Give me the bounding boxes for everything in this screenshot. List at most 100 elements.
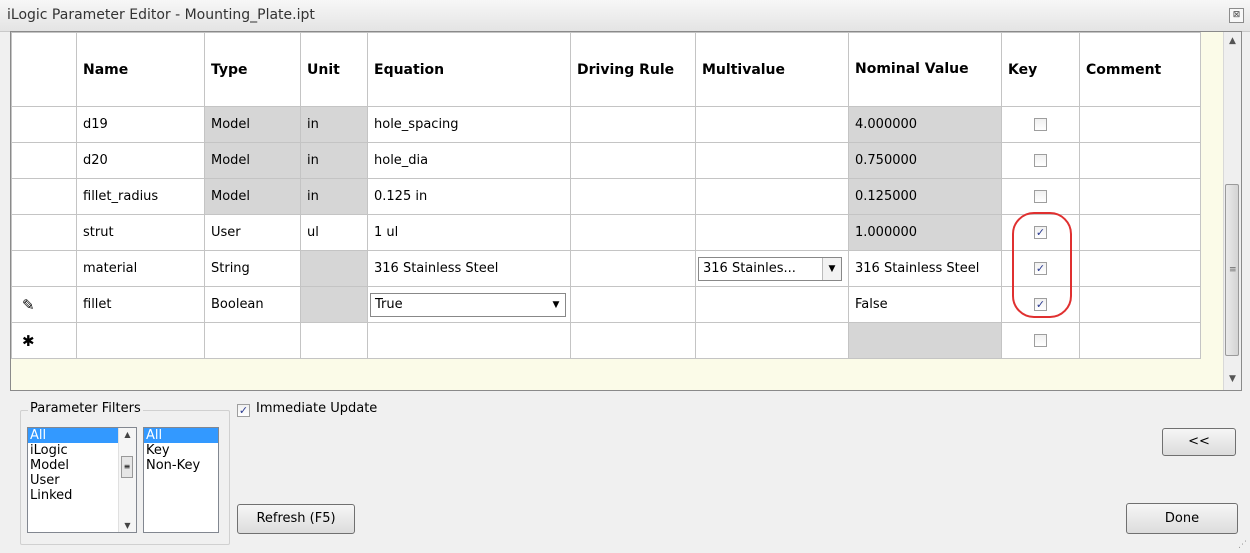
column-header-comment[interactable]: Comment <box>1079 32 1201 107</box>
scroll-up-arrow-icon[interactable]: ▲ <box>1224 36 1241 46</box>
table-row[interactable]: d20 Model in hole_dia 0.750000 <box>11 142 1201 179</box>
column-header-unit[interactable]: Unit <box>300 32 368 107</box>
column-header-key[interactable]: Key <box>1001 32 1080 107</box>
cell-multivalue[interactable] <box>695 106 849 143</box>
key-checkbox[interactable]: ✓ <box>1034 262 1047 275</box>
grid-vertical-scrollbar[interactable]: ▲ ≡ ▼ <box>1223 32 1241 390</box>
cell-comment[interactable] <box>1079 214 1201 251</box>
table-row[interactable]: ✎ fillet Boolean True ▼ False ✓ <box>11 286 1201 323</box>
cell-driving-rule[interactable] <box>570 142 696 179</box>
cell-comment[interactable] <box>1079 178 1201 215</box>
cell-unit[interactable]: in <box>300 106 368 143</box>
cell-multivalue[interactable] <box>695 322 849 359</box>
refresh-button[interactable]: Refresh (F5) <box>237 504 355 534</box>
cell-name[interactable]: material <box>76 250 205 287</box>
cell-equation[interactable] <box>367 322 571 359</box>
list-item[interactable]: All <box>144 428 218 443</box>
cell-comment[interactable] <box>1079 106 1201 143</box>
close-icon[interactable]: ⊠ <box>1229 8 1244 23</box>
cell-name[interactable]: strut <box>76 214 205 251</box>
row-indicator[interactable]: ✎ <box>11 286 77 323</box>
cell-driving-rule[interactable] <box>570 214 696 251</box>
cell-nominal-value: 0.125000 <box>848 178 1002 215</box>
cell-name[interactable]: fillet <box>76 286 205 323</box>
scroll-thumb[interactable]: ≡ <box>121 456 133 478</box>
cell-name[interactable]: d19 <box>76 106 205 143</box>
cell-comment[interactable] <box>1079 286 1201 323</box>
row-indicator[interactable] <box>11 178 77 215</box>
immediate-update-option[interactable]: ✓ Immediate Update <box>237 401 377 417</box>
table-row[interactable]: material String 316 Stainless Steel 316 … <box>11 250 1201 287</box>
filter-list-scrollbar[interactable]: ▲ ≡ ▼ <box>118 428 136 532</box>
cell-multivalue[interactable] <box>695 142 849 179</box>
cell-equation[interactable]: 1 ul <box>367 214 571 251</box>
cell-multivalue[interactable] <box>695 286 849 323</box>
key-checkbox[interactable]: ✓ <box>1034 226 1047 239</box>
key-checkbox[interactable]: ✓ <box>1034 298 1047 311</box>
scroll-down-arrow-icon[interactable]: ▼ <box>119 521 136 530</box>
parameter-type-filter-list[interactable]: All iLogic Model User Linked ▲ ≡ ▼ <box>27 427 137 533</box>
scroll-down-arrow-icon[interactable]: ▼ <box>1224 374 1241 384</box>
key-checkbox[interactable] <box>1034 334 1047 347</box>
cell-driving-rule[interactable] <box>570 106 696 143</box>
equation-dropdown[interactable]: True ▼ <box>370 292 566 317</box>
key-filter-list[interactable]: All Key Non-Key <box>143 427 219 533</box>
cell-driving-rule[interactable] <box>570 250 696 287</box>
cell-nominal-value: 1.000000 <box>848 214 1002 251</box>
cell-driving-rule[interactable] <box>570 178 696 215</box>
cell-equation[interactable]: 316 Stainless Steel <box>367 250 571 287</box>
done-button[interactable]: Done <box>1126 503 1238 534</box>
cell-key <box>1001 142 1080 179</box>
chevron-down-icon[interactable]: ▼ <box>822 257 841 280</box>
table-row[interactable]: d19 Model in hole_spacing 4.000000 <box>11 106 1201 143</box>
key-checkbox[interactable] <box>1034 154 1047 167</box>
column-header-name[interactable]: Name <box>76 32 205 107</box>
cell-name[interactable]: fillet_radius <box>76 178 205 215</box>
cell-nominal-value <box>848 322 1002 359</box>
cell-unit[interactable]: in <box>300 142 368 179</box>
cell-equation[interactable]: hole_dia <box>367 142 571 179</box>
cell-name[interactable] <box>76 322 205 359</box>
key-checkbox[interactable] <box>1034 190 1047 203</box>
cell-unit[interactable] <box>300 322 368 359</box>
grip-icon: ≡ <box>1229 265 1237 275</box>
cell-unit[interactable]: in <box>300 178 368 215</box>
column-header-multivalue[interactable]: Multivalue <box>695 32 849 107</box>
cell-comment[interactable] <box>1079 250 1201 287</box>
cell-multivalue[interactable] <box>695 214 849 251</box>
collapse-button[interactable]: << <box>1162 428 1236 456</box>
column-header-equation[interactable]: Equation <box>367 32 571 107</box>
immediate-update-label: Immediate Update <box>256 401 378 416</box>
list-item[interactable]: Key <box>144 443 218 458</box>
row-indicator[interactable] <box>11 106 77 143</box>
table-row[interactable]: strut User ul 1 ul 1.000000 ✓ <box>11 214 1201 251</box>
header-row: Name Type Unit Equation Driving Rule Mul… <box>11 32 1201 107</box>
row-indicator[interactable] <box>11 214 77 251</box>
scroll-thumb[interactable]: ≡ <box>1225 184 1239 356</box>
row-indicator[interactable] <box>11 142 77 179</box>
cell-comment[interactable] <box>1079 142 1201 179</box>
immediate-update-checkbox[interactable]: ✓ <box>237 404 250 417</box>
key-checkbox[interactable] <box>1034 118 1047 131</box>
new-row[interactable]: ✱ <box>11 322 1201 359</box>
scroll-up-arrow-icon[interactable]: ▲ <box>119 430 136 439</box>
chevron-down-icon[interactable]: ▼ <box>547 293 565 316</box>
cell-driving-rule[interactable] <box>570 286 696 323</box>
column-header-driving-rule[interactable]: Driving Rule <box>570 32 696 107</box>
cell-equation[interactable]: 0.125 in <box>367 178 571 215</box>
cell-comment[interactable] <box>1079 322 1201 359</box>
list-item[interactable]: Non-Key <box>144 458 218 473</box>
resize-grip-icon[interactable]: ⋰ <box>1238 540 1247 550</box>
cell-multivalue[interactable] <box>695 178 849 215</box>
cell-equation[interactable]: hole_spacing <box>367 106 571 143</box>
cell-name[interactable]: d20 <box>76 142 205 179</box>
row-indicator[interactable]: ✱ <box>11 322 77 359</box>
multivalue-dropdown[interactable]: 316 Stainles... ▼ <box>698 256 842 281</box>
cell-driving-rule[interactable] <box>570 322 696 359</box>
cell-unit[interactable]: ul <box>300 214 368 251</box>
row-indicator[interactable] <box>11 250 77 287</box>
table-row[interactable]: fillet_radius Model in 0.125 in 0.125000 <box>11 178 1201 215</box>
column-header-type[interactable]: Type <box>204 32 301 107</box>
column-header-nominal-value[interactable]: Nominal Value <box>848 32 1002 107</box>
equation-dropdown-value: True <box>375 296 403 312</box>
